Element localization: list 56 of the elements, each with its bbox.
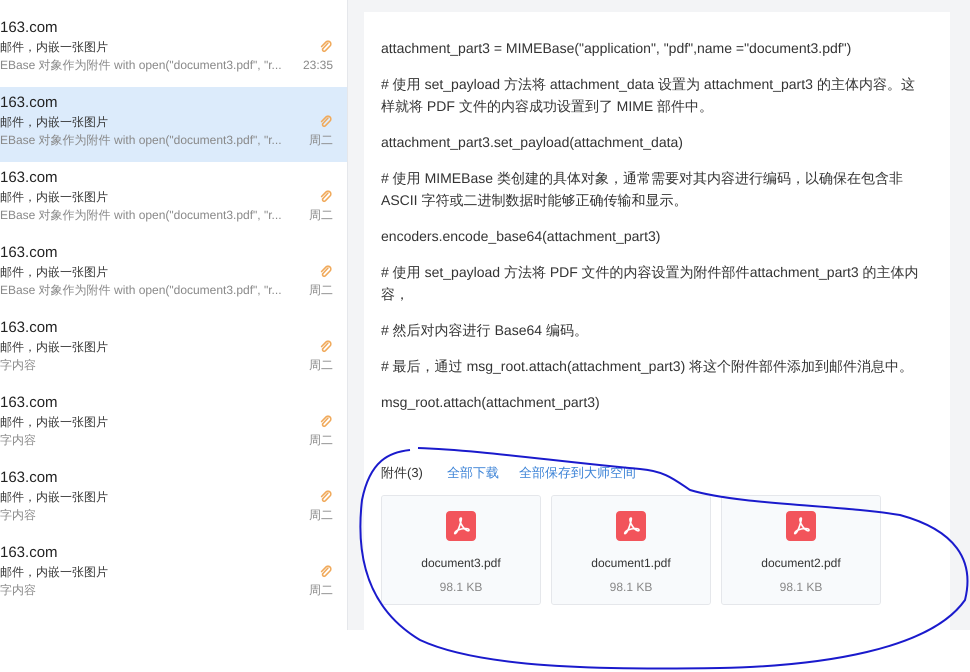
pdf-file-icon: [786, 510, 816, 540]
attachment-card[interactable]: document1.pdf 98.1 KB: [551, 494, 711, 604]
body-paragraph: encoders.encode_base64(attachment_part3): [381, 227, 662, 246]
mail-time: 周二: [309, 207, 333, 224]
mail-preview: EBase 对象作为附件 with open("document3.pdf", "r...: [0, 57, 282, 74]
mail-time: 周二: [309, 132, 333, 149]
attachment-name: document3.pdf: [421, 554, 501, 572]
mail-preview: EBase 对象作为附件 with open("document3.pdf", "r...: [0, 207, 282, 224]
mail-subject: 邮件，内嵌一张图片: [0, 189, 108, 206]
mail-preview: 字内容: [0, 357, 36, 374]
mail-time: 周二: [309, 432, 333, 449]
attachment-name: document2.pdf: [761, 554, 841, 572]
sender-address: 163.com: [0, 543, 59, 563]
mail-preview: 字内容: [0, 507, 36, 524]
body-paragraph: # 使用 set_payload 方法将 PDF 文件的内容设置为附件部件attachment_part3 的主体内容，: [381, 263, 920, 304]
mail-time: 周二: [309, 357, 333, 374]
body-paragraph: # 使用 set_payload 方法将 attachment_data 设置为 attachment_part3 的主体内容。这样就将 PDF 文件的内容成功设置到了 MIME 部件中。: [381, 75, 916, 116]
attachment-size: 98.1 KB: [610, 578, 652, 596]
sender-address: 163.com: [0, 393, 59, 413]
body-paragraph: # 最后，通过 msg_root.attach(attachment_part3) 将这个附件部件添加到邮件消息中。: [381, 357, 914, 376]
mail-item[interactable]: 163.com 邮件，内嵌一张图片 EBase 对象作为附件 with open("document3.pdf", "r... 周二: [0, 87, 347, 162]
attachment-card[interactable]: document3.pdf 98.1 KB: [381, 494, 541, 604]
sender-address: 163.com: [0, 93, 59, 113]
sender-address: 163.com: [0, 468, 59, 488]
pdf-file-icon: [616, 510, 646, 540]
mail-preview: 字内容: [0, 432, 36, 449]
body-paragraph: # 使用 MIMEBase 类创建的具体对象，通常需要对其内容进行编码，以确保在包含非ASCII 字符或二进制数据时能够正确传输和显示。: [381, 169, 904, 210]
sender-address: 163.com: [0, 18, 59, 38]
mail-subject: 邮件，内嵌一张图片: [0, 564, 108, 581]
attachment-action-link[interactable]: 全部下载: [446, 463, 499, 482]
mail-subject: 邮件，内嵌一张图片: [0, 489, 108, 506]
mail-time: 周二: [309, 507, 333, 524]
mail-subject: 邮件，内嵌一张图片: [0, 414, 108, 431]
mail-preview: 字内容: [0, 582, 36, 599]
sender-address: 163.com: [0, 318, 59, 338]
mail-preview: EBase 对象作为附件 with open("document3.pdf", "r...: [0, 282, 282, 299]
mail-subject: 邮件，内嵌一张图片: [0, 39, 108, 56]
mail-time: 23:35: [302, 57, 333, 74]
mail-subject: 邮件，内嵌一张图片: [0, 114, 108, 131]
mail-time: 周二: [309, 582, 333, 599]
attachment-name: document1.pdf: [591, 554, 671, 572]
mail-time: 周二: [309, 282, 333, 299]
mail-subject: 邮件，内嵌一张图片: [0, 339, 108, 356]
attachment-size: 98.1 KB: [780, 578, 822, 596]
mail-subject: 邮件，内嵌一张图片: [0, 264, 108, 281]
body-paragraph: # 然后对内容进行 Base64 编码。: [381, 321, 589, 340]
body-paragraph: attachment_part3 = MIMEBase("application", "pdf",name ="document3.pdf"): [381, 39, 852, 58]
sender-address: 163.com: [0, 168, 59, 188]
pdf-file-icon: [446, 510, 476, 540]
sender-address: 163.com: [0, 243, 59, 263]
attachments-count: 附件(3): [381, 464, 423, 482]
body-paragraph: attachment_part3.set_payload(attachment_data): [381, 133, 684, 152]
mail-preview: EBase 对象作为附件 with open("document3.pdf", "r...: [0, 132, 282, 149]
attachment-card[interactable]: document2.pdf 98.1 KB: [721, 494, 881, 604]
body-paragraph: msg_root.attach(attachment_part3): [381, 393, 601, 412]
attachment-size: 98.1 KB: [440, 578, 482, 596]
